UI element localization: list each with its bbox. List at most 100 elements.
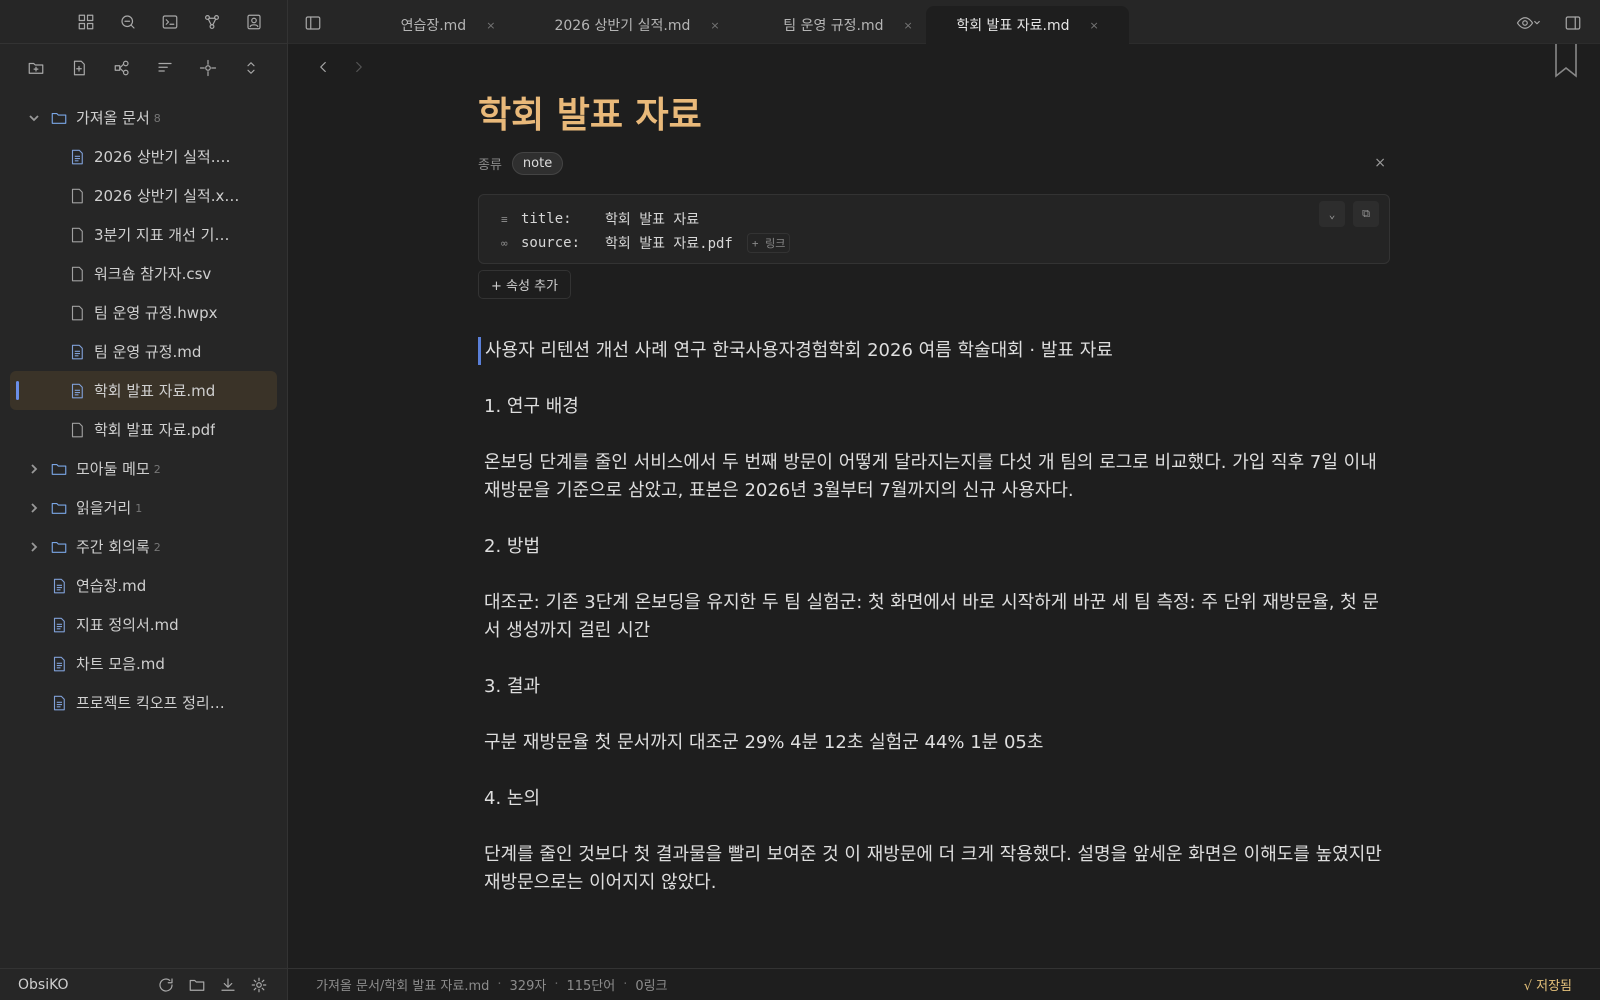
chevron-right-icon (26, 500, 42, 516)
folder-count: 2 (153, 541, 161, 554)
property-key: source: (521, 235, 581, 251)
markdown-file-icon (68, 148, 86, 166)
property-value[interactable]: 학회 발표 자료.pdf (605, 233, 733, 253)
tab-close-icon[interactable]: × (710, 19, 719, 32)
file-explorer-toolbar (0, 44, 287, 92)
section-heading: 4. 논의 (484, 788, 541, 809)
folder-weekly-minutes[interactable]: 주간 회의록 2 (0, 527, 287, 566)
property-value[interactable]: 학회 발표 자료 (605, 209, 699, 229)
type-pill[interactable]: note (511, 151, 564, 175)
tree-item-label: 2026 상반기 실적.… (94, 148, 231, 166)
tree-item[interactable]: 2026 상반기 실적.… (0, 137, 287, 176)
add-link-button[interactable]: + 링크 (746, 233, 791, 253)
folder-open-icon[interactable] (186, 974, 208, 996)
file-icon (68, 187, 86, 205)
graph-icon[interactable] (201, 11, 223, 33)
type-row: 종류 note × (478, 148, 1390, 178)
status-bar: 가져올 문서/학회 발표 자료.md · 329자 · 115단어 · 0링크 … (288, 968, 1600, 1000)
property-title[interactable]: ≡ title: 학회 발표 자료 (501, 207, 1367, 231)
toggle-right-sidebar-icon[interactable] (1562, 12, 1584, 34)
new-folder-icon[interactable] (25, 57, 47, 79)
tree-item-label: 학회 발표 자료.pdf (94, 421, 216, 439)
vault-name[interactable]: ObsiKO (18, 977, 155, 993)
note-title[interactable]: 학회 발표 자료 (478, 90, 1390, 142)
copy-icon[interactable]: ⧉ (1353, 201, 1379, 227)
tree-item[interactable]: 지표 정의서.md (0, 605, 287, 644)
properties-block: ≡ title: 학회 발표 자료 ∞ source: 학회 발표 자료.pdf… (478, 194, 1390, 264)
sort-icon[interactable] (154, 57, 176, 79)
chevron-down-icon[interactable]: ⌄ (1319, 201, 1345, 227)
file-tree: 가져올 문서 8 2026 상반기 실적.… 2026 상반기 실적.x… 3분… (0, 92, 287, 722)
tree-item-label: 2026 상반기 실적.x… (94, 187, 240, 205)
status-path[interactable]: 가져올 문서/학회 발표 자료.md (316, 975, 489, 994)
tree-item[interactable]: 2026 상반기 실적.x… (0, 176, 287, 215)
tab-2026-results[interactable]: 2026 상반기 실적.md × (532, 6, 742, 44)
tree-item[interactable]: 차트 모음.md (0, 644, 287, 683)
tab-practice[interactable]: 연습장.md × (368, 6, 528, 44)
tab-conference-slides[interactable]: 학회 발표 자료.md × (926, 6, 1129, 44)
markdown-file-icon (50, 694, 68, 712)
canvas-icon[interactable] (111, 57, 133, 79)
file-icon (68, 226, 86, 244)
paragraph: 대조군: 기존 3단계 온보딩을 유지한 두 팀 실험군: 첫 화면에서 바로 … (484, 592, 1379, 641)
property-key: title: (521, 211, 572, 227)
folder-memos[interactable]: 모아둘 메모 2 (0, 449, 287, 488)
tree-item-label: 읽을거리 (76, 499, 132, 517)
forward-arrow-icon[interactable] (348, 56, 370, 78)
settings-gear-icon[interactable] (248, 974, 270, 996)
folder-count: 8 (153, 112, 161, 125)
tree-item-label: 프로젝트 킥오프 정리.… (76, 694, 226, 712)
close-type-icon[interactable]: × (1374, 155, 1386, 171)
dashboard-icon[interactable] (75, 11, 97, 33)
tree-item-label: 팀 운영 규정.md (94, 343, 202, 361)
note-body[interactable]: 사용자 리텐션 개선 사례 연구 한국사용자경험학회 2026 여름 학술대회 … (478, 337, 1390, 897)
tab-team-rules[interactable]: 팀 운영 규정.md × (758, 6, 938, 44)
reading-view-eye-icon[interactable] (1510, 12, 1546, 34)
tab-close-icon[interactable]: × (904, 19, 913, 32)
markdown-file-icon (50, 616, 68, 634)
tree-item[interactable]: 학회 발표 자료.pdf (0, 410, 287, 449)
expand-collapse-icon[interactable] (240, 57, 262, 79)
folder-count: 2 (153, 463, 161, 476)
tree-item[interactable]: 연습장.md (0, 566, 287, 605)
tree-item-label: 가져올 문서 (76, 109, 150, 127)
tab-close-icon[interactable]: × (1089, 19, 1098, 32)
search-icon[interactable] (117, 11, 139, 33)
tab-label: 2026 상반기 실적.md (554, 18, 691, 34)
paragraph: 단계를 줄인 것보다 첫 결과물을 빨리 보여준 것 이 재방문에 더 크게 작… (484, 844, 1382, 893)
tree-item[interactable]: 팀 운영 규정.hwpx (0, 293, 287, 332)
chevron-right-icon (26, 461, 42, 477)
tree-item-label: 워크숍 참가자.csv (94, 265, 212, 283)
tree-item[interactable]: 워크숍 참가자.csv (0, 254, 287, 293)
markdown-file-icon (68, 382, 86, 400)
folder-icon (50, 499, 68, 517)
toggle-left-sidebar-icon[interactable] (302, 12, 324, 34)
tab-close-icon[interactable]: × (486, 19, 495, 32)
type-label: 종류 (478, 157, 502, 173)
download-icon[interactable] (217, 974, 239, 996)
tab-bar: 연습장.md × 2026 상반기 실적.md × 팀 운영 규정.md × 학회 발… (288, 0, 1600, 44)
terminal-icon[interactable] (159, 11, 181, 33)
tree-item[interactable]: 프로젝트 킥오프 정리.… (0, 683, 287, 722)
editor-pane: 학회 발표 자료 종류 note × ≡ title: 학회 발표 자료 ∞ s… (288, 44, 1600, 968)
locate-icon[interactable] (197, 57, 219, 79)
tree-item-active[interactable]: 학회 발표 자료.md (10, 371, 277, 410)
tree-item[interactable]: 팀 운영 규정.md (0, 332, 287, 371)
back-arrow-icon[interactable] (312, 56, 334, 78)
folder-import-docs[interactable]: 가져올 문서 8 (0, 98, 287, 137)
tree-item-label: 지표 정의서.md (76, 616, 179, 634)
new-note-icon[interactable] (68, 57, 90, 79)
add-property-button[interactable]: + 속성 추가 (478, 270, 571, 299)
folder-icon (50, 538, 68, 556)
sidebar: 가져올 문서 8 2026 상반기 실적.… 2026 상반기 실적.x… 3분… (0, 0, 288, 1000)
saved-indicator: √ 저장됨 (1523, 979, 1572, 994)
folder-reading[interactable]: 읽을거리 1 (0, 488, 287, 527)
tree-item[interactable]: 3분기 지표 개선 기… (0, 215, 287, 254)
paragraph: 온보딩 단계를 줄인 서비스에서 두 번째 방문이 어떻게 달라지는지를 다섯 … (484, 452, 1377, 501)
file-icon (68, 265, 86, 283)
sync-icon[interactable] (155, 974, 177, 996)
property-source[interactable]: ∞ source: 학회 발표 자료.pdf + 링크 (501, 231, 1367, 255)
bookmark-icon[interactable] (1554, 44, 1578, 82)
text-lines-icon: ≡ (501, 212, 508, 226)
profile-icon[interactable] (243, 11, 265, 33)
